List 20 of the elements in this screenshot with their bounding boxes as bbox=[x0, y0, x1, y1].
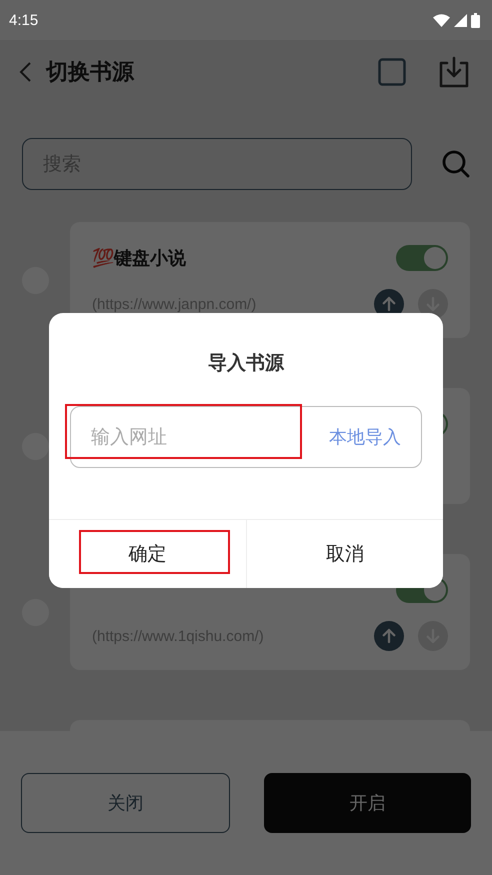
wifi-icon bbox=[433, 14, 450, 26]
status-time: 4:15 bbox=[9, 12, 38, 28]
arrow-down-icon bbox=[424, 295, 442, 313]
source-name: 💯键盘小说 bbox=[92, 247, 186, 270]
page-title: 切换书源 bbox=[46, 58, 136, 87]
select-all-checkbox[interactable] bbox=[378, 58, 406, 86]
arrow-up-icon bbox=[380, 295, 398, 313]
enable-button[interactable]: 开启 bbox=[264, 773, 471, 833]
arrow-up-icon bbox=[380, 627, 398, 645]
signal-icon bbox=[454, 14, 467, 26]
disable-button[interactable]: 关闭 bbox=[21, 773, 230, 833]
search-icon[interactable] bbox=[442, 150, 470, 178]
local-import-link[interactable]: 本地导入 bbox=[319, 425, 421, 449]
import-icon[interactable] bbox=[438, 56, 470, 88]
back-icon[interactable] bbox=[18, 61, 32, 83]
select-radio[interactable] bbox=[22, 432, 49, 460]
battery-icon bbox=[471, 12, 480, 28]
enable-switch[interactable] bbox=[396, 245, 448, 271]
dialog-title: 导入书源 bbox=[207, 351, 286, 376]
cancel-button[interactable]: 取消 bbox=[246, 520, 443, 588]
